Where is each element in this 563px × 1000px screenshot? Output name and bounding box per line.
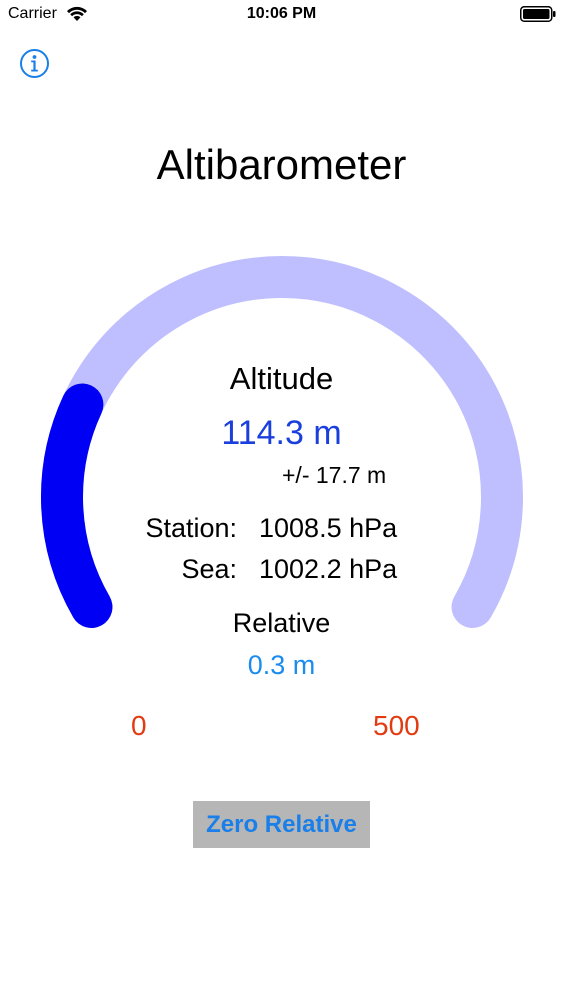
station-value: 1008.5 hPa (259, 513, 398, 543)
altitude-gauge (41, 256, 523, 628)
gauge-max-label: 500 (373, 710, 420, 741)
sea-label: Sea: (181, 554, 237, 584)
station-label: Station: (145, 513, 237, 543)
relative-value: 0.3 m (247, 650, 316, 680)
sea-value: 1002.2 hPa (259, 554, 398, 584)
altitude-value: 114.3 m (221, 414, 342, 452)
zero-relative-button[interactable]: Zero Relative (193, 801, 370, 848)
relative-label: Relative (232, 608, 331, 638)
altitude-accuracy: +/- 17.7 m (282, 462, 387, 488)
gauge-min-label: 0 (131, 710, 147, 741)
altitude-label: Altitude (229, 361, 334, 396)
